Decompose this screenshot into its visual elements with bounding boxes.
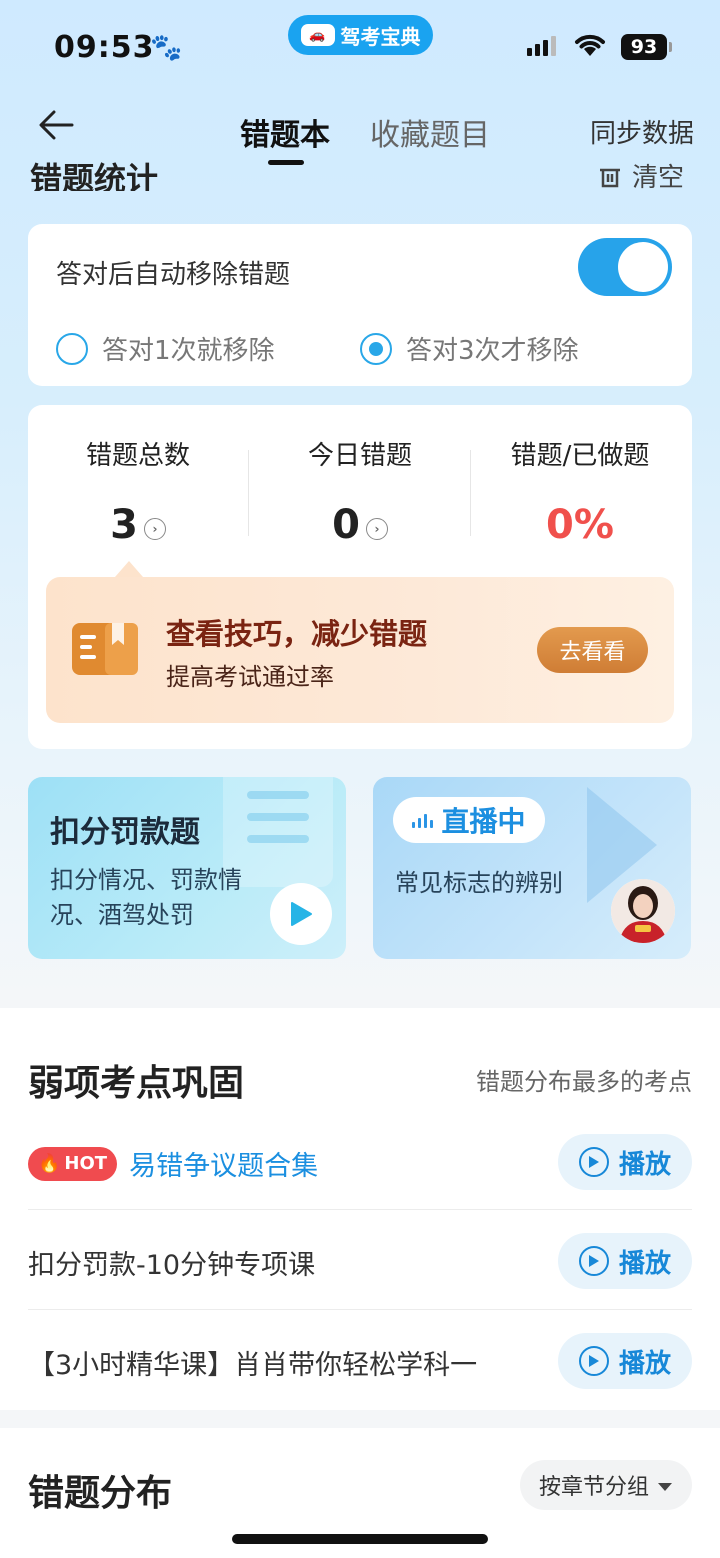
penalty-card-desc: 扣分情况、罚款情况、酒驾处罚	[50, 866, 242, 929]
sync-data-button[interactable]: 同步数据	[590, 113, 694, 150]
signal-icon	[527, 36, 556, 56]
course-title: 扣分罚款-10分钟专项课	[28, 1250, 316, 1281]
radio-remove-once[interactable]: 答对1次就移除	[56, 330, 275, 367]
weak-points-title: 弱项考点巩固	[28, 1063, 245, 1104]
radio-remove-three[interactable]: 答对3次才移除	[360, 330, 579, 367]
stats-card: 错题总数 3 › 今日错题 0 › 错题/已做题 0% 查看技巧，减少错题 提高考试…	[28, 405, 692, 749]
home-indicator[interactable]	[232, 1534, 488, 1544]
play-button[interactable]: 播放	[558, 1333, 692, 1389]
car-icon: 🚗	[300, 24, 335, 46]
app-badge: 🚗 驾考宝典	[288, 15, 433, 55]
distribution-title: 错题分布	[28, 1473, 173, 1514]
tab-favorites[interactable]: 收藏题目	[370, 110, 490, 154]
penalty-questions-card[interactable]: 扣分罚款题 扣分情况、罚款情况、酒驾处罚	[28, 777, 346, 959]
play-button[interactable]: 播放	[558, 1233, 692, 1289]
live-bars-icon	[412, 812, 434, 828]
hot-badge: 🔥 HOT	[28, 1146, 118, 1181]
play-label: 播放	[618, 1248, 671, 1279]
play-icon[interactable]	[270, 883, 332, 945]
chevron-right-icon: ›	[365, 518, 388, 540]
stat-total[interactable]: 错题总数 3 ›	[38, 435, 238, 548]
stat-ratio-value: 0%	[546, 502, 614, 548]
host-avatar	[611, 879, 675, 943]
stat-today[interactable]: 今日错题 0 ›	[260, 435, 460, 548]
course-title: 易错争议题合集	[129, 1151, 319, 1182]
list-item[interactable]: 🔥 HOT 易错争议题合集 播放	[28, 1112, 692, 1212]
tip-title: 查看技巧，减少错题	[166, 617, 428, 651]
stat-today-label: 今日错题	[307, 441, 412, 471]
chevron-right-icon: ›	[143, 518, 166, 540]
hot-label: HOT	[64, 1153, 108, 1174]
list-item[interactable]: 【3小时精华课】肖肖带你轻松学科一 播放	[28, 1311, 692, 1411]
book-icon	[72, 619, 138, 683]
play-icon	[578, 1147, 609, 1177]
app-badge-label: 驾考宝典	[340, 24, 421, 49]
live-label: 直播中	[441, 805, 526, 838]
paw-icon: 🐾	[150, 33, 183, 63]
live-desc: 常见标志的辨别	[395, 869, 563, 897]
trash-icon	[598, 160, 622, 190]
clear-label: 清空	[632, 163, 685, 190]
play-label: 播放	[618, 1149, 671, 1180]
auto-remove-toggle[interactable]	[578, 238, 672, 296]
play-button[interactable]: 播放	[558, 1134, 692, 1190]
penalty-card-title: 扣分罚款题	[50, 815, 200, 850]
play-icon	[578, 1246, 609, 1276]
play-icon	[578, 1346, 609, 1376]
auto-remove-label: 答对后自动移除错题	[56, 260, 291, 290]
tip-subtitle: 提高考试通过率	[166, 663, 334, 691]
status-time: 09:53	[54, 30, 155, 65]
wifi-icon	[573, 30, 607, 62]
radio-remove-three-label: 答对3次才移除	[406, 336, 579, 366]
radio-unchecked-icon	[56, 332, 88, 365]
weak-points-hint: 错题分布最多的考点	[476, 1068, 692, 1096]
group-label: 按章节分组	[538, 1475, 649, 1500]
stats-section-title: 错题统计	[30, 161, 159, 191]
back-arrow-icon[interactable]	[38, 108, 76, 146]
stat-ratio: 错题/已做题 0%	[480, 435, 680, 548]
stat-ratio-label: 错题/已做题	[510, 441, 650, 471]
live-badge: 直播中	[393, 797, 545, 843]
fire-icon: 🔥	[38, 1153, 61, 1174]
tips-banner[interactable]: 查看技巧，减少错题 提高考试通过率 去看看	[46, 577, 674, 723]
stat-total-value: 3	[110, 502, 138, 548]
auto-remove-card: 答对后自动移除错题 答对1次就移除 答对3次才移除	[28, 224, 692, 386]
course-title: 【3小时精华课】肖肖带你轻松学科一	[28, 1350, 478, 1381]
group-by-chapter-dropdown[interactable]: 按章节分组	[520, 1460, 692, 1510]
weak-points-section: 弱项考点巩固 错题分布最多的考点 🔥 HOT 易错争议题合集 播放 扣分罚款-10…	[0, 1008, 720, 1410]
divider	[248, 450, 249, 536]
live-stream-card[interactable]: 直播中 常见标志的辨别	[373, 777, 691, 959]
tip-pointer	[115, 561, 143, 577]
tab-active-indicator	[268, 160, 304, 165]
stat-today-value: 0	[332, 502, 360, 548]
clear-button[interactable]: 清空	[598, 160, 684, 190]
go-view-button[interactable]: 去看看	[537, 627, 648, 673]
divider	[28, 1209, 692, 1210]
radio-remove-once-label: 答对1次就移除	[102, 336, 275, 366]
tab-wrong-questions[interactable]: 错题本	[240, 110, 330, 154]
battery-indicator: 93	[621, 34, 672, 60]
list-item[interactable]: 扣分罚款-10分钟专项课 播放	[28, 1211, 692, 1311]
caret-down-icon	[657, 1473, 673, 1498]
divider	[28, 1309, 692, 1310]
stat-total-label: 错题总数	[85, 441, 190, 471]
play-label: 播放	[618, 1348, 671, 1379]
radio-checked-icon	[360, 332, 392, 365]
divider	[470, 450, 471, 536]
